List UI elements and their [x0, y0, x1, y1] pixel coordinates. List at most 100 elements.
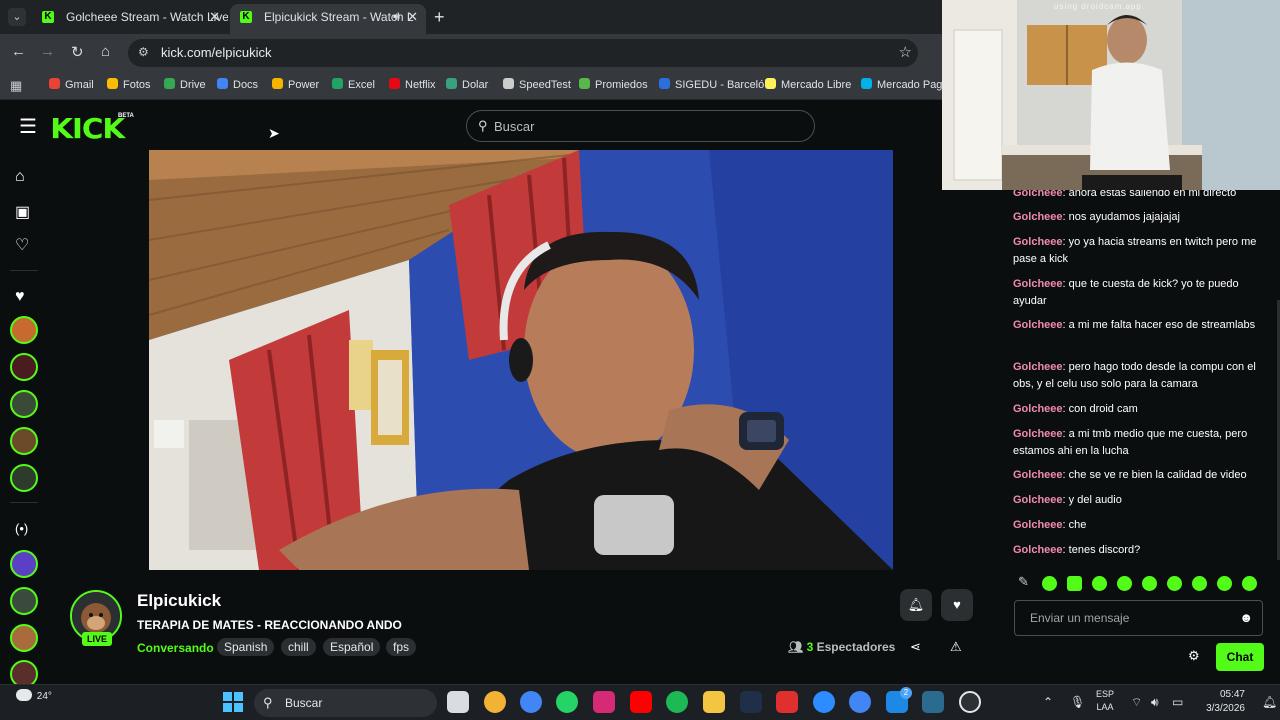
forward-icon[interactable]: →	[40, 43, 55, 60]
youtube-icon[interactable]	[630, 691, 652, 713]
volume-icon[interactable]: 🔊︎	[1151, 695, 1159, 710]
kick-logo[interactable]: KICK	[50, 112, 125, 145]
battery-icon[interactable]: ▭	[1172, 695, 1183, 709]
task-view-icon[interactable]	[447, 691, 469, 713]
recommended-channel-avatar[interactable]	[10, 587, 38, 615]
bookmark-item[interactable]: SIGEDU - Barceló	[659, 78, 764, 91]
chat-username[interactable]: Golcheee	[1013, 403, 1063, 415]
apps-grid-icon[interactable]: ▦	[10, 78, 22, 94]
bookmark-item[interactable]: Promiedos	[579, 78, 648, 91]
chat-username[interactable]: Golcheee	[1013, 544, 1063, 556]
notification-bell-button[interactable]: 🔔︎	[900, 589, 932, 621]
weather-widget[interactable]: 24°	[16, 689, 52, 702]
file-explorer-icon[interactable]	[703, 691, 725, 713]
stream-category[interactable]: Conversando	[137, 641, 214, 655]
browser-tab-golcheee[interactable]: K Golcheee Stream - Watch Live o ✕	[32, 4, 228, 34]
bookmark-item[interactable]: Fotos	[107, 78, 151, 91]
channel-name[interactable]: Elpicukick	[137, 591, 221, 611]
home-icon[interactable]: ⌂	[101, 43, 110, 60]
emote-icon[interactable]	[1117, 576, 1132, 591]
store-icon[interactable]: 2	[886, 687, 912, 713]
address-bar[interactable]: ⚙︎ kick.com/elpicukick ☆	[128, 39, 918, 67]
emote-icon[interactable]	[1192, 576, 1207, 591]
stream-tag[interactable]: fps	[386, 638, 417, 656]
windows-start-icon[interactable]	[222, 691, 244, 713]
tray-chevron-icon[interactable]: ⌃	[1043, 695, 1053, 709]
menu-icon[interactable]: ☰	[19, 114, 37, 139]
video-player[interactable]	[149, 150, 893, 570]
chat-username[interactable]: Golcheee	[1013, 519, 1063, 531]
chat-send-button[interactable]: Chat	[1216, 643, 1264, 671]
live-broadcast-icon[interactable]: (•)	[15, 521, 28, 536]
emoji-picker-icon[interactable]: ☻	[1239, 610, 1253, 625]
emote-icon[interactable]	[1217, 576, 1232, 591]
zoom-icon[interactable]	[813, 691, 835, 713]
chat-username[interactable]: Golcheee	[1013, 211, 1063, 223]
back-icon[interactable]: ←	[11, 43, 26, 60]
notifications-icon[interactable]: 🔔︎	[1262, 695, 1277, 709]
bookmark-item[interactable]: Netflix	[389, 78, 436, 91]
followed-channel-avatar[interactable]	[10, 353, 38, 381]
recommended-channel-avatar[interactable]	[10, 624, 38, 652]
language-indicator[interactable]: ESP LAA	[1096, 688, 1114, 714]
stream-tag[interactable]: Español	[323, 638, 381, 656]
bookmark-item[interactable]: Gmail	[49, 78, 94, 91]
followed-channel-avatar[interactable]	[10, 464, 38, 492]
followed-channel-avatar[interactable]	[10, 316, 38, 344]
emote-icon[interactable]	[1142, 576, 1157, 591]
emote-icon[interactable]	[1242, 576, 1257, 591]
share-icon[interactable]: ⋖	[910, 639, 921, 655]
chrome-icon[interactable]	[520, 691, 542, 713]
report-warning-icon[interactable]: ⚠	[950, 639, 962, 655]
chat-message-input[interactable]: Enviar un mensaje ☻	[1014, 600, 1263, 636]
chat-username[interactable]: Golcheee	[1013, 319, 1063, 331]
bookmark-item[interactable]: Mercado Libre	[765, 78, 851, 91]
browser-tab-elpicukick[interactable]: K Elpicukick Stream - Watch L 🔊︎ ✕	[230, 4, 426, 34]
taskbar-search[interactable]: ⚲ Buscar	[254, 689, 437, 717]
site-info-icon[interactable]: ⚙︎	[138, 45, 149, 59]
stream-tag[interactable]: chill	[281, 638, 316, 656]
followed-channel-avatar[interactable]	[10, 427, 38, 455]
emote-icon[interactable]	[1067, 576, 1082, 591]
chat-username[interactable]: Golcheee	[1013, 236, 1063, 248]
chat-username[interactable]: Golcheee	[1013, 278, 1063, 290]
followed-channel-avatar[interactable]	[10, 390, 38, 418]
tab-search-button[interactable]: ⌄	[8, 8, 26, 26]
new-tab-button[interactable]: +	[434, 7, 445, 28]
following-heart-filled-icon[interactable]: ♥	[15, 288, 25, 306]
emote-icon[interactable]	[1167, 576, 1182, 591]
stream-tag[interactable]: Spanish	[217, 638, 275, 656]
system-clock[interactable]: 05:47 3/3/2026	[1200, 688, 1245, 716]
recommended-channel-avatar[interactable]	[10, 550, 38, 578]
chat-settings-gear-icon[interactable]: ⚙	[1188, 648, 1200, 664]
home-icon[interactable]: ⌂	[15, 168, 25, 186]
chrome-secondary-icon[interactable]	[849, 691, 871, 713]
chat-username[interactable]: Golcheee	[1013, 361, 1063, 373]
bookmark-item[interactable]: Dolar	[446, 78, 488, 91]
bootstrap-icon[interactable]	[740, 691, 762, 713]
chat-username[interactable]: Golcheee	[1013, 428, 1063, 440]
bookmark-item[interactable]: SpeedTest	[503, 78, 571, 91]
pointer-tool-icon[interactable]: ✎	[1018, 574, 1029, 590]
widgets-icon[interactable]	[484, 691, 506, 713]
search-input[interactable]: ⚲ Buscar	[466, 110, 815, 142]
bookmark-item[interactable]: Excel	[332, 78, 375, 91]
bookmark-item[interactable]: Mercado Pago	[861, 78, 942, 91]
acrobat-icon[interactable]	[776, 691, 798, 713]
disney-icon[interactable]	[922, 691, 944, 713]
bookmark-item[interactable]: Drive	[164, 78, 206, 91]
speaker-icon[interactable]: 🔊︎	[393, 4, 400, 30]
whatsapp-icon[interactable]	[556, 691, 578, 713]
bookmark-item[interactable]: Docs	[217, 78, 258, 91]
bookmark-star-icon[interactable]: ☆	[899, 43, 912, 61]
chat-username[interactable]: Golcheee	[1013, 494, 1063, 506]
emote-icon[interactable]	[1042, 576, 1057, 591]
follow-heart-button[interactable]: ♥	[941, 589, 973, 621]
wifi-icon[interactable]: ⌔	[1131, 695, 1142, 710]
following-heart-icon[interactable]: ♡	[15, 235, 29, 255]
browse-icon[interactable]: ▣	[15, 202, 30, 222]
close-tab-icon[interactable]: ✕	[209, 4, 220, 30]
microphone-icon[interactable]: 🎙︎	[1070, 695, 1085, 709]
obs-icon[interactable]	[959, 691, 981, 713]
chat-username[interactable]: Golcheee	[1013, 469, 1063, 481]
